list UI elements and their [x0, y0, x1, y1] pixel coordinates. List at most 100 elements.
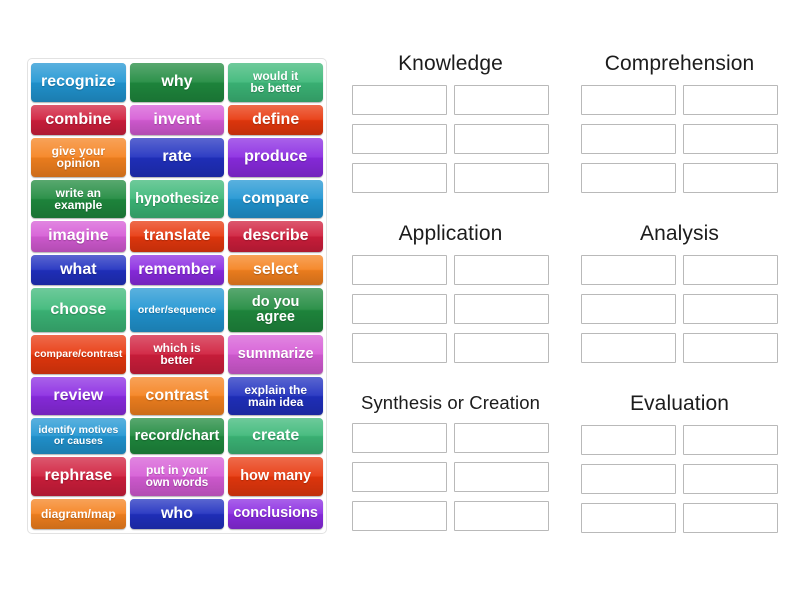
category-group-title: Evaluation — [629, 392, 730, 415]
word-tile[interactable]: record/chart — [129, 418, 225, 454]
dropzone-slot[interactable] — [454, 163, 549, 193]
word-tile[interactable]: how many — [228, 456, 323, 496]
word-tile[interactable]: rate — [129, 138, 225, 177]
dropzone-slot[interactable] — [454, 294, 549, 324]
dropzone-slot[interactable] — [683, 503, 778, 533]
word-tile-label: remember — [138, 260, 216, 278]
word-tile[interactable]: invent — [129, 104, 225, 136]
word-tile[interactable]: contrast — [129, 376, 225, 416]
dropzone-slot[interactable] — [352, 124, 447, 154]
word-tile-label: compare — [242, 189, 309, 207]
dropzone-slot[interactable] — [454, 255, 549, 285]
dropzone-slot[interactable] — [352, 255, 447, 285]
dropzone-slot[interactable] — [454, 85, 549, 115]
dropzone-slot[interactable] — [581, 255, 676, 285]
word-tile-label: produce — [244, 148, 308, 166]
dropzone-slot[interactable] — [581, 294, 676, 324]
word-tile[interactable]: put in your own words — [129, 456, 225, 496]
word-tile[interactable]: who — [129, 498, 225, 529]
dropzone-slot[interactable] — [581, 333, 676, 363]
dropzone-slot[interactable] — [352, 163, 447, 193]
word-tile[interactable]: rephrase — [31, 456, 126, 496]
dropzone-slot[interactable] — [581, 124, 676, 154]
word-tile[interactable]: define — [228, 104, 323, 136]
dropzone-grid — [581, 425, 778, 533]
dropzone-slot[interactable] — [454, 124, 549, 154]
word-tile[interactable]: conclusions — [228, 498, 323, 529]
word-tile-label: would it be better — [250, 68, 301, 96]
word-tile[interactable]: imagine — [31, 221, 126, 252]
category-groups: Knowledge Comprehension Application Analysi… — [345, 52, 785, 552]
dropzone-slot[interactable] — [581, 85, 676, 115]
word-tile-label: record/chart — [134, 427, 220, 444]
category-group-title: Synthesis or Creation — [361, 392, 540, 413]
dropzone-slot[interactable] — [454, 501, 549, 531]
word-tile-label: identify motives or causes — [38, 424, 119, 448]
word-tile-label: hypothesize — [135, 190, 219, 207]
word-tile[interactable]: order/sequence — [129, 288, 225, 332]
word-tile[interactable]: would it be better — [228, 63, 323, 102]
word-tile-label: translate — [143, 227, 211, 245]
word-tile[interactable]: recognize — [31, 63, 126, 102]
word-tile[interactable]: diagram/map — [31, 498, 126, 529]
dropzone-grid — [581, 255, 778, 363]
word-tile[interactable]: translate — [129, 221, 225, 252]
tile-grid: recognize why would it be better combine inve… — [31, 63, 323, 529]
dropzone-slot[interactable] — [683, 85, 778, 115]
word-tile[interactable]: do you agree — [228, 288, 323, 332]
word-tile-label: write an example — [54, 185, 103, 213]
word-tile[interactable]: describe — [228, 221, 323, 252]
dropzone-slot[interactable] — [581, 503, 676, 533]
dropzone-slot[interactable] — [683, 425, 778, 455]
dropzone-grid — [581, 85, 778, 193]
dropzone-slot[interactable] — [683, 163, 778, 193]
activity-stage: recognize why would it be better combine inve… — [0, 0, 800, 600]
dropzone-slot[interactable] — [683, 333, 778, 363]
dropzone-slot[interactable] — [352, 423, 447, 453]
word-tile-label: explain the main idea — [244, 382, 307, 409]
word-tile-label: rephrase — [44, 467, 113, 484]
word-tile[interactable]: give your opinion — [31, 138, 126, 177]
word-tile[interactable]: combine — [31, 104, 126, 136]
word-tile[interactable]: identify motives or causes — [31, 418, 126, 454]
dropzone-slot[interactable] — [683, 464, 778, 494]
word-tile[interactable]: review — [31, 376, 126, 416]
dropzone-slot[interactable] — [454, 423, 549, 453]
category-group: Comprehension — [574, 52, 785, 212]
word-tile[interactable]: summarize — [228, 334, 323, 374]
category-group: Synthesis or Creation — [345, 392, 556, 552]
word-tile[interactable]: create — [228, 418, 323, 454]
dropzone-slot[interactable] — [352, 333, 447, 363]
word-tile[interactable]: why — [129, 63, 225, 102]
word-tile[interactable]: explain the main idea — [228, 376, 323, 416]
category-group-title: Knowledge — [398, 52, 503, 75]
dropzone-slot[interactable] — [683, 294, 778, 324]
dropzone-slot[interactable] — [352, 501, 447, 531]
word-tile[interactable]: what — [31, 254, 126, 286]
word-tile[interactable]: remember — [129, 254, 225, 286]
word-tile[interactable]: compare — [228, 179, 323, 219]
dropzone-slot[interactable] — [454, 333, 549, 363]
dropzone-slot[interactable] — [581, 464, 676, 494]
dropzone-slot[interactable] — [454, 462, 549, 492]
word-tile[interactable]: which is better — [129, 334, 225, 374]
word-tile[interactable]: choose — [31, 288, 126, 332]
word-tile-label: order/sequence — [137, 303, 217, 316]
word-tile[interactable]: produce — [228, 138, 323, 177]
word-tile[interactable]: write an example — [31, 179, 126, 219]
word-tile[interactable]: hypothesize — [129, 179, 225, 219]
category-group: Knowledge — [345, 52, 556, 212]
dropzone-slot[interactable] — [352, 85, 447, 115]
category-group: Analysis — [574, 222, 785, 382]
word-tile[interactable]: select — [228, 254, 323, 286]
word-tile[interactable]: compare/contrast — [31, 334, 126, 374]
dropzone-slot[interactable] — [683, 255, 778, 285]
dropzone-slot[interactable] — [581, 425, 676, 455]
dropzone-grid — [352, 423, 549, 531]
word-tile-label: review — [53, 386, 104, 404]
dropzone-slot[interactable] — [581, 163, 676, 193]
dropzone-slot[interactable] — [352, 462, 447, 492]
dropzone-slot[interactable] — [683, 124, 778, 154]
dropzone-slot[interactable] — [352, 294, 447, 324]
word-tile-label: diagram/map — [40, 506, 116, 521]
